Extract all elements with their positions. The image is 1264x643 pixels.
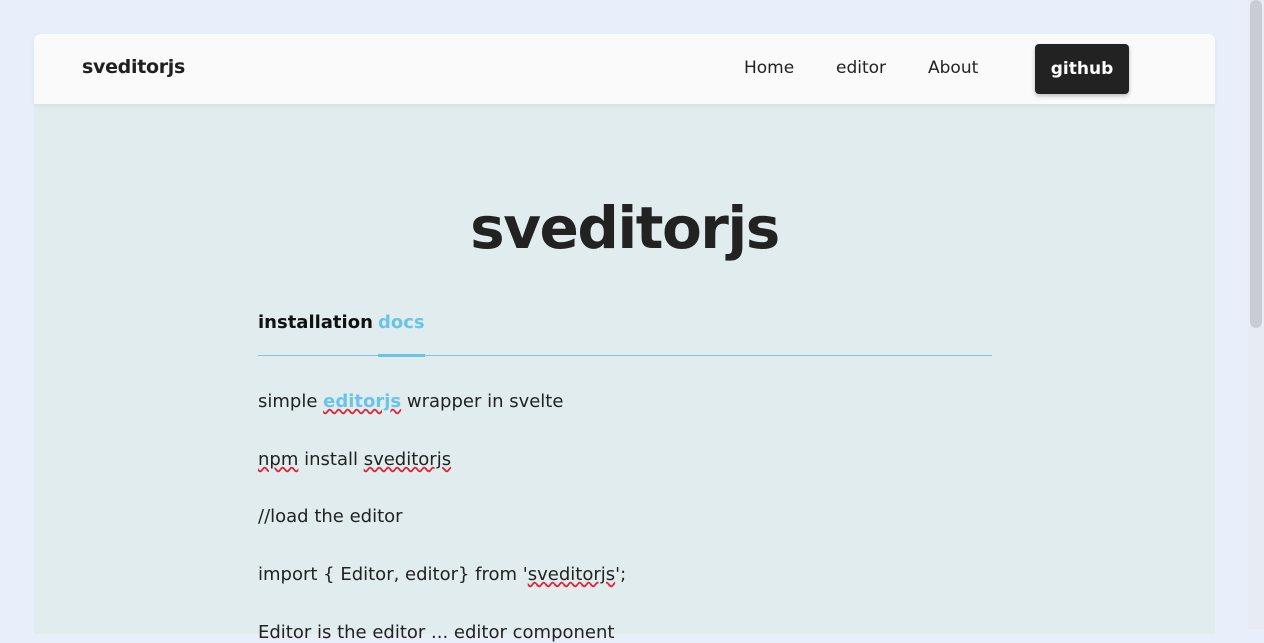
npm-word: npm [258, 449, 299, 470]
editorjs-link[interactable]: editorjs [323, 391, 401, 412]
page-container: sveditorjs Home editor About github sved… [34, 34, 1215, 643]
package-name: sveditorjs [363, 449, 452, 470]
tab-bar: installation docs [258, 312, 992, 357]
page-scrollbar[interactable] [1248, 0, 1264, 629]
nav-link-editor[interactable]: editor [836, 58, 886, 78]
import-prefix: import { Editor, editor} from ' [258, 564, 528, 585]
install-command-line: npm install sveditorjs [258, 449, 451, 470]
tab-docs-label: docs [378, 312, 425, 333]
install-word: install [298, 449, 364, 470]
github-button[interactable]: github [1035, 44, 1129, 94]
nav-link-about[interactable]: About [928, 58, 978, 78]
import-suffix: '; [615, 564, 627, 585]
active-tab-indicator [378, 354, 425, 357]
nav-link-home[interactable]: Home [744, 58, 794, 78]
tab-docs[interactable]: docs [378, 312, 425, 357]
brand-logo[interactable]: sveditorjs [82, 56, 185, 78]
import-line: import { Editor, editor} from 'sveditorj… [258, 564, 626, 585]
tab-installation-label: installation [258, 312, 373, 333]
code-comment-line: //load the editor [258, 506, 403, 527]
import-package: sveditorjs [527, 564, 616, 585]
page-title: sveditorjs [470, 194, 780, 262]
description-line: simple editorjs wrapper in svelte [258, 391, 563, 412]
partial-line: Editor is the editor ... editor componen… [258, 622, 615, 643]
scrollbar-thumb[interactable] [1250, 0, 1262, 328]
tab-installation[interactable]: installation [258, 312, 373, 356]
description-suffix: wrapper in svelte [401, 391, 564, 412]
navbar: sveditorjs Home editor About github [34, 34, 1215, 104]
description-prefix: simple [258, 391, 324, 412]
